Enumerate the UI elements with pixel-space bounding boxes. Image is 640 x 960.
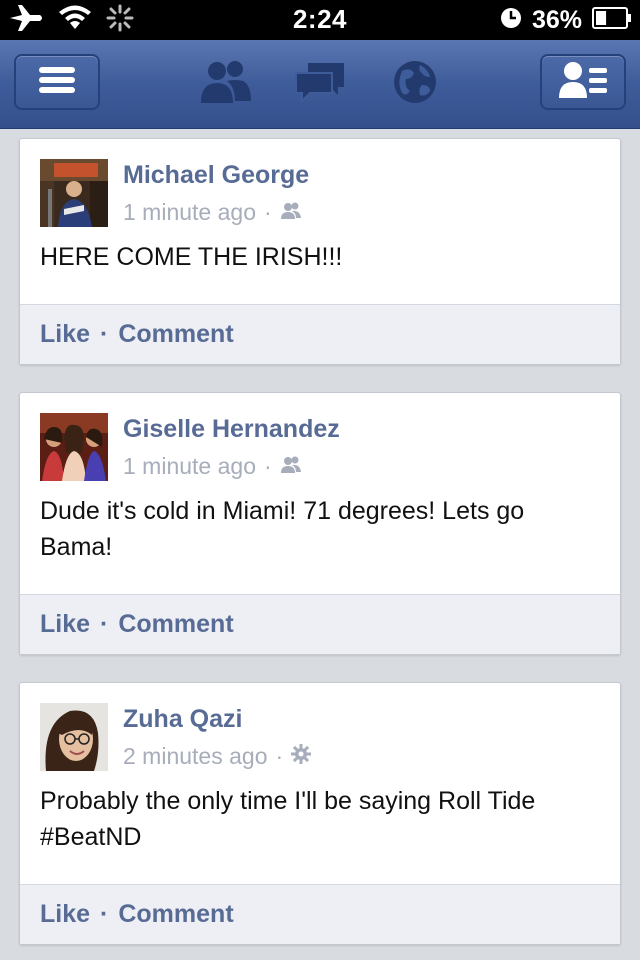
post-actions: Like · Comment — [20, 304, 620, 364]
notifications-globe-icon — [392, 59, 438, 110]
post-text: Probably the only time I'll be saying Ro… — [40, 787, 536, 851]
comment-button[interactable]: Comment — [118, 610, 233, 639]
comment-button[interactable]: Comment — [118, 320, 233, 349]
like-button[interactable]: Like — [40, 610, 90, 639]
battery-percent: 36% — [531, 5, 582, 34]
battery-icon — [592, 6, 632, 34]
timestamp[interactable]: 2 minutes ago — [123, 743, 267, 770]
feed-story: Zuha Qazi 2 minutes ago · Probably the o… — [19, 682, 621, 945]
avatar[interactable] — [40, 159, 108, 227]
post-actions: Like · Comment — [20, 594, 620, 654]
author-name[interactable]: Zuha Qazi — [123, 705, 242, 734]
post-meta: 2 minutes ago · — [123, 743, 312, 770]
menu-icon — [37, 65, 77, 100]
like-button[interactable]: Like — [40, 320, 90, 349]
profile-button[interactable] — [540, 54, 626, 110]
friend-requests-button[interactable] — [195, 60, 255, 108]
friends-icon — [280, 453, 302, 480]
comment-button[interactable]: Comment — [118, 900, 233, 929]
author-name[interactable]: Michael George — [123, 161, 309, 190]
post-text: Dude it's cold in Miami! 71 degrees! Let… — [40, 497, 525, 561]
nav-bar — [0, 40, 640, 129]
avatar[interactable] — [40, 703, 108, 771]
gear-icon — [291, 743, 312, 770]
post-text: HERE COME THE IRISH!!! — [40, 243, 343, 271]
timestamp[interactable]: 1 minute ago — [123, 199, 256, 226]
post-actions: Like · Comment — [20, 884, 620, 944]
author-name[interactable]: Giselle Hernandez — [123, 415, 340, 444]
post-meta: 1 minute ago · — [123, 199, 302, 226]
friend-requests-icon — [197, 59, 253, 110]
status-bar: 2:24 36% — [0, 0, 640, 40]
menu-button[interactable] — [14, 54, 100, 110]
messages-icon — [294, 59, 346, 110]
clock-icon — [500, 7, 522, 34]
avatar[interactable] — [40, 413, 108, 481]
post-meta: 1 minute ago · — [123, 453, 302, 480]
notifications-button[interactable] — [385, 60, 445, 108]
profile-icon — [557, 60, 609, 105]
feed-story: Giselle Hernandez 1 minute ago · Dude it… — [19, 392, 621, 655]
friends-icon — [280, 199, 302, 226]
messages-button[interactable] — [290, 60, 350, 108]
feed-story: Michael George 1 minute ago · HERE COME … — [19, 138, 621, 365]
like-button[interactable]: Like — [40, 900, 90, 929]
timestamp[interactable]: 1 minute ago — [123, 453, 256, 480]
